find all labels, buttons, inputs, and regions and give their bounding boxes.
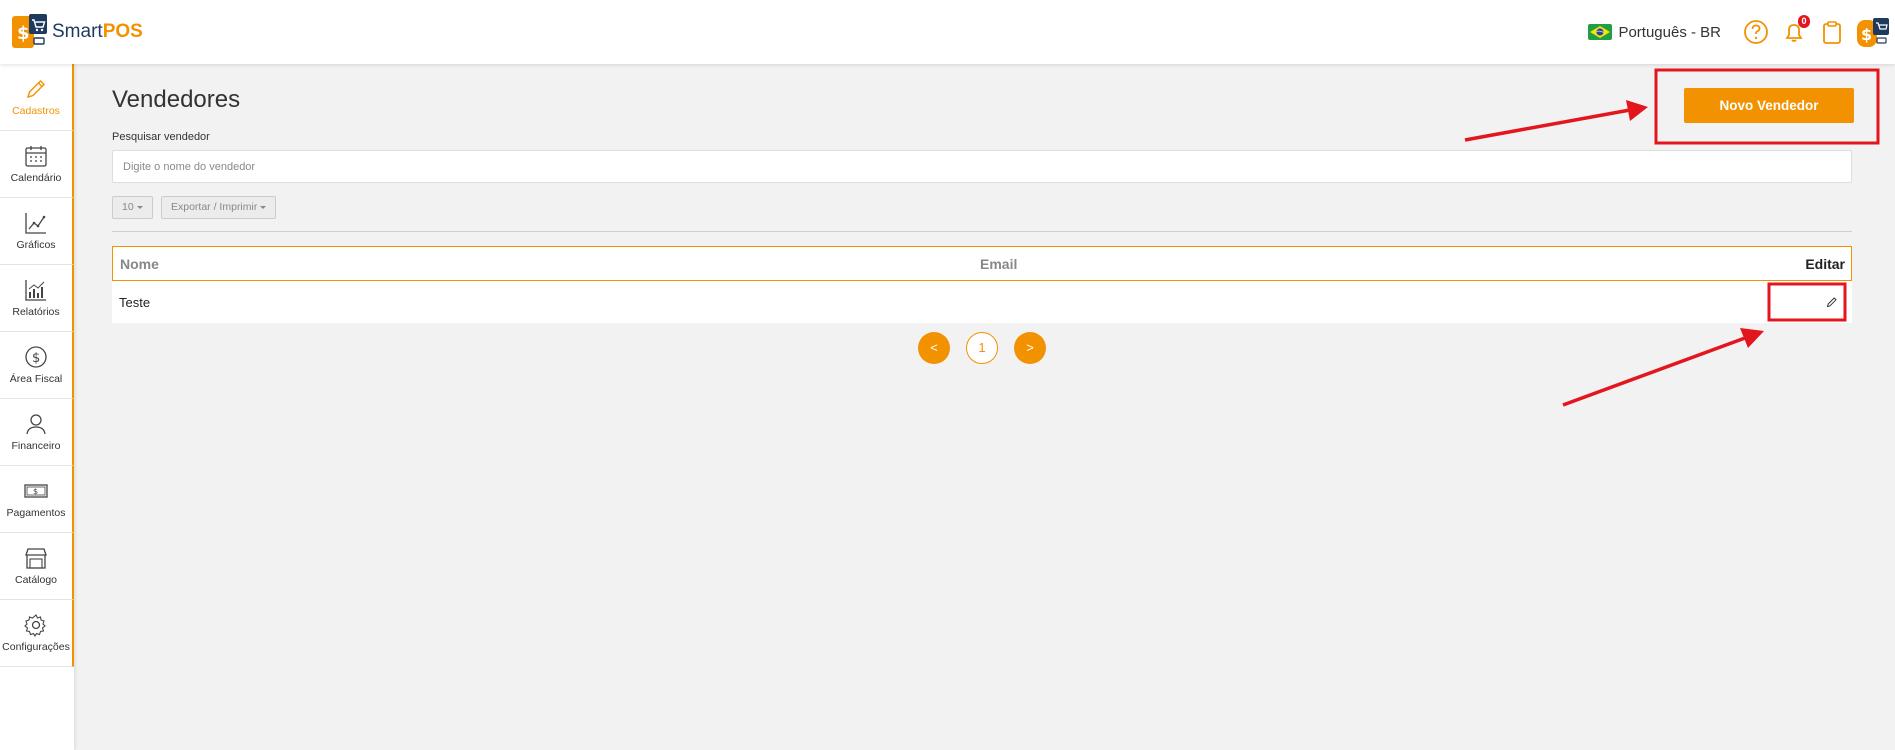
app-logo[interactable]: $ SmartPOS [12,14,143,50]
logo-text-pos: POS [102,21,143,42]
search-input[interactable] [112,150,1852,183]
gear-icon [24,614,46,637]
divider [112,231,1852,232]
sidebar-item-label: Cadastros [12,105,60,117]
arrow-line-edit [1562,336,1746,407]
caret-down-icon [260,205,267,209]
annotation-overlay [1464,68,1880,407]
svg-text:$: $ [17,23,30,44]
sidebar-item-calendario[interactable]: Calendário [0,131,74,198]
store-icon [25,548,47,569]
banknote-icon: $ [24,484,48,498]
table-row: Teste [112,281,1852,323]
dollar-circle-icon: $ [25,346,47,368]
sidebar-item-label: Calendário [10,172,62,184]
next-page-button[interactable]: > [1014,332,1046,364]
svg-text:$: $ [32,351,40,366]
edit-seller-button[interactable] [1820,290,1844,314]
sidebar-item-label: Relatórios [12,306,60,318]
column-header-nome[interactable]: Nome [120,256,159,272]
brazil-flag-icon [1588,24,1613,40]
sidebar-item-configuracoes[interactable]: Configurações [0,600,74,667]
sidebar-item-graficos[interactable]: Gráficos [0,198,74,265]
sidebar-item-label: Pagamentos [6,507,66,519]
export-print-dropdown[interactable]: Exportar / Imprimir [161,196,277,219]
sellers-table: Nome Email Editar Teste [112,246,1852,323]
bar-chart-icon [25,280,46,301]
page-number-1[interactable]: 1 [966,332,998,364]
clipboard-button[interactable] [1819,19,1845,45]
sidebar-item-label: Financeiro [11,440,61,452]
column-header-editar: Editar [1805,256,1845,272]
page-size-value: 10 [122,201,134,213]
logo-text-smart: Smart [52,21,103,42]
sidebar-item-label: Configurações [2,641,70,653]
top-header: $ SmartPOS Português - BR 0 $ [0,0,1895,64]
svg-text:$: $ [1861,25,1872,44]
table-header: Nome Email Editar [112,246,1852,281]
sidebar-item-label: Área Fiscal [9,373,63,385]
language-label: Português - BR [1618,23,1721,41]
pencil-icon [1826,297,1837,308]
page-title: Vendedores [112,86,241,113]
avatar[interactable]: $ [1857,16,1889,48]
seller-name: Teste [119,295,151,310]
sidebar-item-financeiro[interactable]: Financeiro [0,399,74,466]
calendar-icon [25,146,47,167]
export-print-label: Exportar / Imprimir [171,201,258,213]
search-label: Pesquisar vendedor [112,131,210,143]
sidebar: Cadastros Calendário Gráficos Relatórios… [0,64,74,750]
notification-badge: 0 [1798,15,1810,28]
page-size-dropdown[interactable]: 10 [112,196,153,219]
svg-text:$: $ [33,487,38,496]
notifications-button[interactable]: 0 [1781,15,1810,45]
line-chart-icon [25,213,46,234]
new-seller-button[interactable]: Novo Vendedor [1684,88,1854,123]
column-header-email[interactable]: Email [980,256,1017,272]
pencil-icon [26,80,45,99]
help-button[interactable] [1743,19,1769,45]
clipboard-icon [1823,21,1841,44]
sidebar-item-area-fiscal[interactable]: $ Área Fiscal [0,332,74,399]
help-icon [1744,20,1768,44]
smartpos-logo-icon: $ [12,14,47,48]
sidebar-item-pagamentos[interactable]: $ Pagamentos [0,466,74,533]
sidebar-item-relatorios[interactable]: Relatórios [0,265,74,332]
sidebar-item-label: Catálogo [14,574,58,586]
arrow-head-new-seller [1626,100,1648,121]
caret-down-icon [136,205,143,209]
arrow-line-new-seller [1464,108,1631,142]
pagination: < 1 > [918,332,1062,364]
arrow-head-edit [1740,328,1764,348]
user-icon [26,414,46,435]
sidebar-item-label: Gráficos [16,239,56,251]
language-selector[interactable]: Português - BR [1588,24,1721,41]
header-actions: Português - BR 0 $ [1588,0,1895,64]
sidebar-item-catalogo[interactable]: Catálogo [0,533,74,600]
sidebar-item-cadastros[interactable]: Cadastros [0,64,74,131]
prev-page-button[interactable]: < [918,332,950,364]
